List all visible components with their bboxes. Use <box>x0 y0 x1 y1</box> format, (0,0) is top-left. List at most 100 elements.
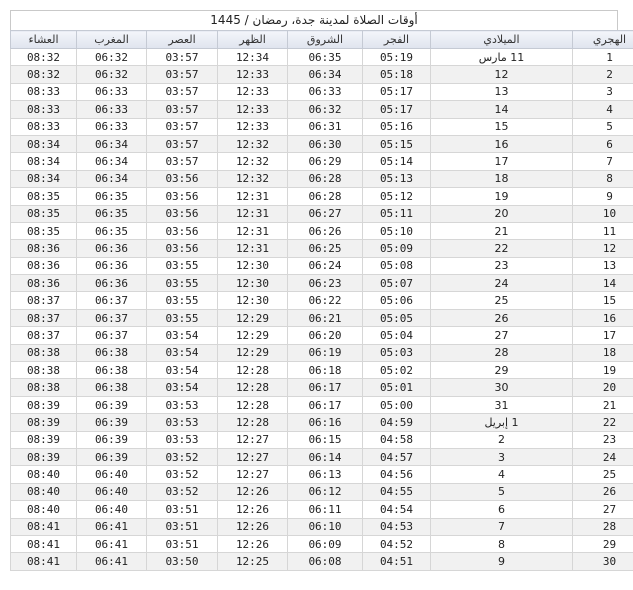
table-row: 3 13 05:17 06:33 12:33 03:57 06:33 08:33 <box>10 82 633 102</box>
cell-dhuhr: 12:29 <box>217 308 288 328</box>
cell-fajr: 05:04 <box>362 326 431 345</box>
table-row: 28 7 04:53 06:10 12:26 03:51 06:41 08:41 <box>10 517 633 536</box>
cell-dhuhr: 12:25 <box>217 552 288 571</box>
cell-dhuhr: 12:27 <box>217 465 288 484</box>
cell-dhuhr: 12:31 <box>217 204 288 223</box>
cell-isha: 08:40 <box>10 465 77 484</box>
cell-fajr: 05:11 <box>362 204 431 223</box>
cell-asr: 03:51 <box>146 517 218 536</box>
cell-sunrise: 06:09 <box>287 534 363 554</box>
cell-isha: 08:39 <box>10 447 77 467</box>
cell-maghrib: 06:36 <box>76 274 147 293</box>
cell-isha: 08:35 <box>10 204 77 223</box>
cell-sunrise: 06:22 <box>287 291 363 310</box>
cell-fajr: 04:54 <box>362 500 431 519</box>
cell-sunrise: 06:29 <box>287 152 363 171</box>
cell-asr: 03:57 <box>146 152 218 171</box>
cell-maghrib: 06:38 <box>76 361 147 380</box>
cell-gregorian: 17 <box>430 152 573 171</box>
cell-fajr: 05:15 <box>362 134 431 154</box>
cell-hijri: 4 <box>572 100 633 119</box>
cell-isha: 08:38 <box>10 343 77 363</box>
cell-fajr: 05:18 <box>362 65 431 84</box>
cell-gregorian: 26 <box>430 308 573 328</box>
cell-isha: 08:40 <box>10 500 77 519</box>
cell-dhuhr: 12:30 <box>217 274 288 293</box>
cell-gregorian: 1 إبريل <box>430 413 573 432</box>
cell-sunrise: 06:16 <box>287 413 363 432</box>
cell-sunrise: 06:34 <box>287 65 363 84</box>
cell-maghrib: 06:39 <box>76 413 147 432</box>
cell-fajr: 05:10 <box>362 221 431 241</box>
cell-hijri: 12 <box>572 239 633 258</box>
cell-gregorian: 15 <box>430 117 573 136</box>
cell-sunrise: 06:10 <box>287 517 363 536</box>
cell-isha: 08:37 <box>10 308 77 328</box>
cell-hijri: 16 <box>572 308 633 328</box>
cell-dhuhr: 12:26 <box>217 482 288 502</box>
cell-hijri: 20 <box>572 378 633 397</box>
cell-gregorian: 21 <box>430 221 573 241</box>
cell-sunrise: 06:20 <box>287 326 363 345</box>
cell-maghrib: 06:38 <box>76 378 147 397</box>
cell-fajr: 05:12 <box>362 187 431 206</box>
cell-gregorian: 13 <box>430 82 573 102</box>
cell-isha: 08:34 <box>10 152 77 171</box>
cell-maghrib: 06:34 <box>76 152 147 171</box>
cell-asr: 03:52 <box>146 447 218 467</box>
table-row: 21 31 05:00 06:17 12:28 03:53 06:39 08:39 <box>10 395 633 415</box>
cell-hijri: 30 <box>572 552 633 571</box>
cell-hijri: 9 <box>572 187 633 206</box>
table-row: 20 30 05:01 06:17 12:28 03:54 06:38 08:38 <box>10 378 633 397</box>
cell-sunrise: 06:25 <box>287 239 363 258</box>
cell-dhuhr: 12:33 <box>217 117 288 136</box>
cell-asr: 03:57 <box>146 100 218 119</box>
cell-sunrise: 06:08 <box>287 552 363 571</box>
cell-hijri: 19 <box>572 361 633 380</box>
cell-gregorian: 16 <box>430 134 573 154</box>
cell-hijri: 18 <box>572 343 633 363</box>
cell-gregorian: 28 <box>430 343 573 363</box>
table-row: 9 19 05:12 06:28 12:31 03:56 06:35 08:35 <box>10 187 633 206</box>
cell-isha: 08:41 <box>10 534 77 554</box>
cell-maghrib: 06:33 <box>76 100 147 119</box>
cell-asr: 03:54 <box>146 326 218 345</box>
cell-gregorian: 25 <box>430 291 573 310</box>
cell-maghrib: 06:35 <box>76 221 147 241</box>
cell-hijri: 25 <box>572 465 633 484</box>
cell-maghrib: 06:36 <box>76 239 147 258</box>
cell-hijri: 5 <box>572 117 633 136</box>
cell-gregorian: 8 <box>430 534 573 554</box>
cell-dhuhr: 12:26 <box>217 534 288 554</box>
cell-fajr: 05:17 <box>362 82 431 102</box>
cell-gregorian: 14 <box>430 100 573 119</box>
table-row: 8 18 05:13 06:28 12:32 03:56 06:34 08:34 <box>10 169 633 189</box>
cell-maghrib: 06:37 <box>76 308 147 328</box>
cell-sunrise: 06:17 <box>287 395 363 415</box>
table-row: 6 16 05:15 06:30 12:32 03:57 06:34 08:34 <box>10 134 633 154</box>
cell-sunrise: 06:18 <box>287 361 363 380</box>
cell-dhuhr: 12:34 <box>217 47 288 67</box>
table-body: 1 11 مارس 05:19 06:35 12:34 03:57 06:32 08:32 2 1… <box>10 47 633 571</box>
cell-asr: 03:56 <box>146 239 218 258</box>
table-row: 18 28 05:03 06:19 12:29 03:54 06:38 08:38 <box>10 343 633 363</box>
cell-gregorian: 5 <box>430 482 573 502</box>
cell-maghrib: 06:35 <box>76 187 147 206</box>
cell-maghrib: 06:39 <box>76 447 147 467</box>
table-row: 27 6 04:54 06:11 12:26 03:51 06:40 08:40 <box>10 500 633 519</box>
table-row: 1 11 مارس 05:19 06:35 12:34 03:57 06:32 08:32 <box>10 47 633 67</box>
table-header-row: الهجري الميلادي الفجر الشروق الظهر العصر… <box>10 30 633 49</box>
cell-hijri: 10 <box>572 204 633 223</box>
cell-fajr: 05:02 <box>362 361 431 380</box>
cell-fajr: 04:59 <box>362 413 431 432</box>
cell-isha: 08:37 <box>10 326 77 345</box>
cell-dhuhr: 12:28 <box>217 378 288 397</box>
cell-hijri: 2 <box>572 65 633 84</box>
col-sunrise-header: الشروق <box>287 30 363 49</box>
cell-gregorian: 27 <box>430 326 573 345</box>
cell-gregorian: 6 <box>430 500 573 519</box>
cell-asr: 03:57 <box>146 47 218 67</box>
table-row: 19 29 05:02 06:18 12:28 03:54 06:38 08:38 <box>10 361 633 380</box>
cell-gregorian: 20 <box>430 204 573 223</box>
cell-gregorian: 3 <box>430 447 573 467</box>
